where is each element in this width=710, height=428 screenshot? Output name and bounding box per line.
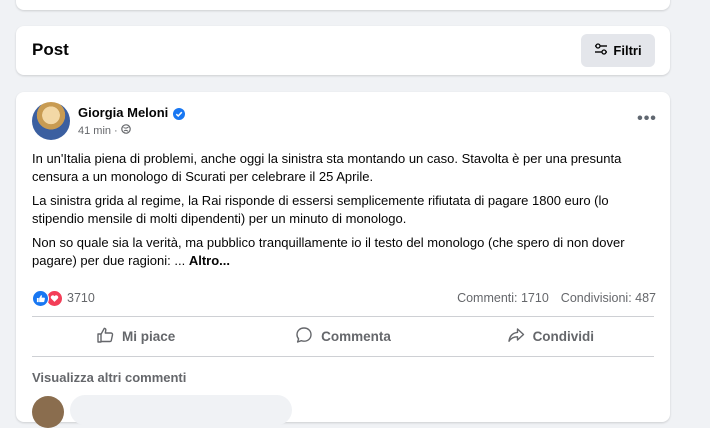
- author-avatar[interactable]: [32, 102, 70, 140]
- post-paragraph: La sinistra grida al regime, la Rai risp…: [32, 193, 609, 226]
- meta-separator: ·: [114, 124, 118, 137]
- thumbs-up-icon: [96, 326, 114, 347]
- view-more-comments-link[interactable]: Visualizza altri commenti: [32, 370, 186, 385]
- comment-label: Commenta: [321, 328, 391, 344]
- filter-icon: [594, 43, 608, 58]
- filter-button[interactable]: Filtri: [581, 34, 655, 67]
- previous-card: [16, 0, 670, 10]
- public-globe-icon: [120, 124, 131, 137]
- like-label: Mi piace: [122, 328, 176, 344]
- commenter-avatar[interactable]: [32, 396, 64, 428]
- post-section-header: Post Filtri: [16, 26, 670, 75]
- post-section-title: Post: [32, 40, 69, 59]
- divider: [32, 356, 654, 357]
- share-button[interactable]: Condividi: [447, 318, 654, 354]
- post-meta: 41 min ·: [78, 124, 131, 137]
- post-paragraph: Non so quale sia la verità, ma pubblico …: [32, 234, 662, 269]
- divider: [32, 316, 654, 317]
- post-paragraph: In un'Italia piena di problemi, anche og…: [32, 151, 622, 184]
- author-name[interactable]: Giorgia Meloni: [78, 105, 168, 120]
- post-paragraph-text: Non so quale sia la verità, ma pubblico …: [32, 235, 625, 268]
- comment-button[interactable]: Commenta: [239, 318, 446, 354]
- see-more-link[interactable]: Altro...: [189, 253, 230, 268]
- like-reaction-icon: [32, 289, 49, 307]
- reactions-summary[interactable]: 3710: [32, 289, 95, 307]
- post-stats: 3710 Commenti: 1710 Condivisioni: 487: [32, 288, 656, 308]
- post-actions: Mi piace Commenta Condividi: [32, 318, 654, 354]
- post-card: Giorgia Meloni 41 min · ••• In un'Italia…: [16, 92, 670, 428]
- like-button[interactable]: Mi piace: [32, 318, 239, 354]
- engagement-counts: Commenti: 1710 Condivisioni: 487: [457, 291, 656, 305]
- share-arrow-icon: [507, 326, 525, 347]
- reaction-count: 3710: [67, 291, 95, 305]
- filter-label: Filtri: [613, 43, 642, 58]
- share-label: Condividi: [532, 328, 595, 344]
- post-options-button[interactable]: •••: [634, 108, 660, 130]
- verified-badge-icon: [173, 107, 186, 120]
- post-text: In un'Italia piena di problemi, anche og…: [32, 150, 662, 276]
- shares-count[interactable]: Condivisioni: 487: [561, 291, 656, 305]
- author-row: Giorgia Meloni: [78, 105, 186, 120]
- post-time[interactable]: 41 min: [78, 125, 111, 137]
- reaction-icons: [32, 289, 63, 307]
- comments-count[interactable]: Commenti: 1710: [457, 291, 549, 305]
- comment-bubble-icon: [295, 326, 313, 347]
